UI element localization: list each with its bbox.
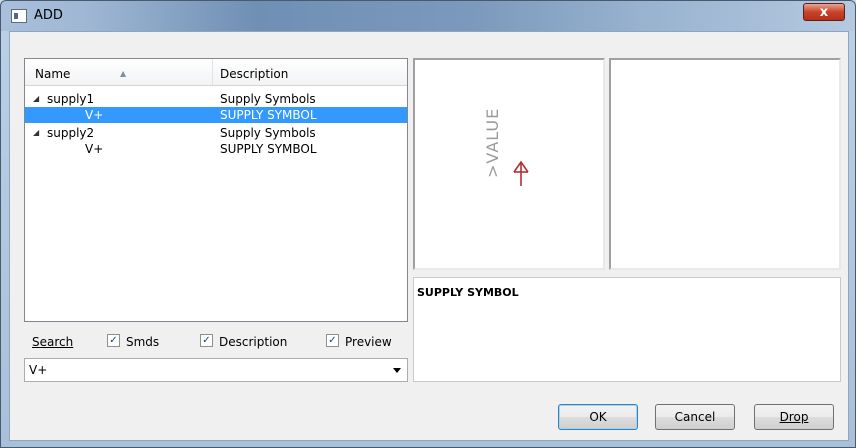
title-bar[interactable]: ADD x <box>1 1 855 31</box>
column-header-name-label: Name <box>35 67 71 81</box>
row-description: Supply Symbols <box>220 92 316 106</box>
package-preview-panel <box>609 58 841 270</box>
preview-checkbox-label[interactable]: Preview <box>345 335 392 349</box>
preview-checkbox[interactable]: ✓ <box>326 334 339 347</box>
row-name: V+ <box>85 142 104 156</box>
description-checkbox-label[interactable]: Description <box>219 335 287 349</box>
tree-row-v-plus-2[interactable]: V+ SUPPLY SYMBOL <box>25 141 407 157</box>
cancel-button[interactable]: Cancel <box>655 404 735 430</box>
drop-button-label: Drop <box>779 410 809 424</box>
search-label-text: Search <box>32 335 74 349</box>
column-header-name[interactable]: Name ▲ <box>25 59 213 85</box>
tree-row-supply1[interactable]: ◢ supply1 Supply Symbols <box>25 91 407 107</box>
symbol-preview-panel: >VALUE <box>413 58 605 270</box>
tree-row-supply2[interactable]: ◢ supply2 Supply Symbols <box>25 125 407 141</box>
symbol-tree-list[interactable]: Name ▲ Description ◢ supply1 Supply Symb… <box>24 58 408 322</box>
tree-row-v-plus-1[interactable]: V+ SUPPLY SYMBOL <box>25 107 407 123</box>
close-button[interactable]: x <box>803 3 845 21</box>
smds-checkbox-label[interactable]: Smds <box>126 335 159 349</box>
row-description: SUPPLY SYMBOL <box>220 108 317 122</box>
drop-button[interactable]: Drop <box>754 404 834 430</box>
row-name: supply2 <box>47 126 95 140</box>
description-panel: SUPPLY SYMBOL <box>413 277 841 382</box>
search-label: Search <box>32 335 73 349</box>
search-input[interactable]: V+ <box>29 363 47 377</box>
value-placeholder-text: >VALUE <box>483 107 502 178</box>
column-header-description[interactable]: Description <box>215 59 288 85</box>
smds-checkbox[interactable]: ✓ <box>107 334 120 347</box>
collapse-triangle-icon[interactable]: ◢ <box>33 125 39 141</box>
description-text: SUPPLY SYMBOL <box>417 286 519 299</box>
collapse-triangle-icon[interactable]: ◢ <box>33 91 39 107</box>
sort-arrow-icon: ▲ <box>120 69 127 78</box>
list-header: Name ▲ Description <box>25 59 407 86</box>
window-title: ADD <box>34 8 63 23</box>
row-description: SUPPLY SYMBOL <box>220 142 317 156</box>
row-name: V+ <box>85 108 104 122</box>
ok-button[interactable]: OK <box>558 404 638 430</box>
row-description: Supply Symbols <box>220 126 316 140</box>
chevron-down-icon[interactable] <box>393 368 401 373</box>
supply-symbol-icon <box>513 160 529 186</box>
window-icon <box>11 9 27 23</box>
description-checkbox[interactable]: ✓ <box>200 334 213 347</box>
search-combobox[interactable]: V+ <box>24 358 408 382</box>
row-name: supply1 <box>47 92 95 106</box>
